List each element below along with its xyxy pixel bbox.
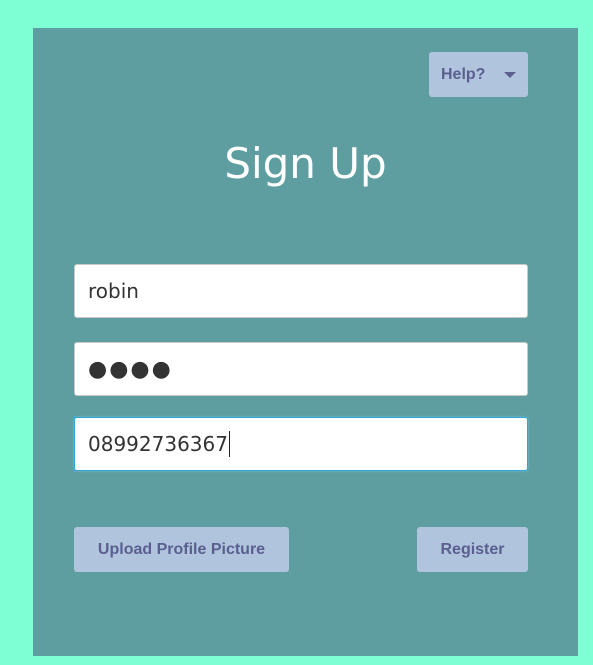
upload-label: Upload Profile Picture (97, 540, 266, 558)
upload-profile-picture-button[interactable]: Upload Profile Picture (74, 527, 289, 572)
password-field[interactable]: ●●●● (74, 342, 528, 396)
phone-field[interactable]: 08992736367 (74, 417, 528, 471)
text-cursor (228, 431, 230, 457)
help-label: Help? (441, 65, 486, 83)
signup-panel: Help? Sign Up robin ●●●● 08992736367 Upl… (33, 28, 578, 656)
caret-down-icon (504, 72, 516, 78)
page-title: Sign Up (224, 139, 387, 188)
username-value: robin (88, 279, 139, 303)
username-field[interactable]: robin (74, 264, 528, 318)
help-dropdown-button[interactable]: Help? (429, 52, 528, 97)
register-button[interactable]: Register (417, 527, 528, 572)
password-value: ●●●● (88, 356, 173, 382)
register-label: Register (440, 540, 505, 558)
phone-value: 08992736367 (88, 432, 228, 456)
